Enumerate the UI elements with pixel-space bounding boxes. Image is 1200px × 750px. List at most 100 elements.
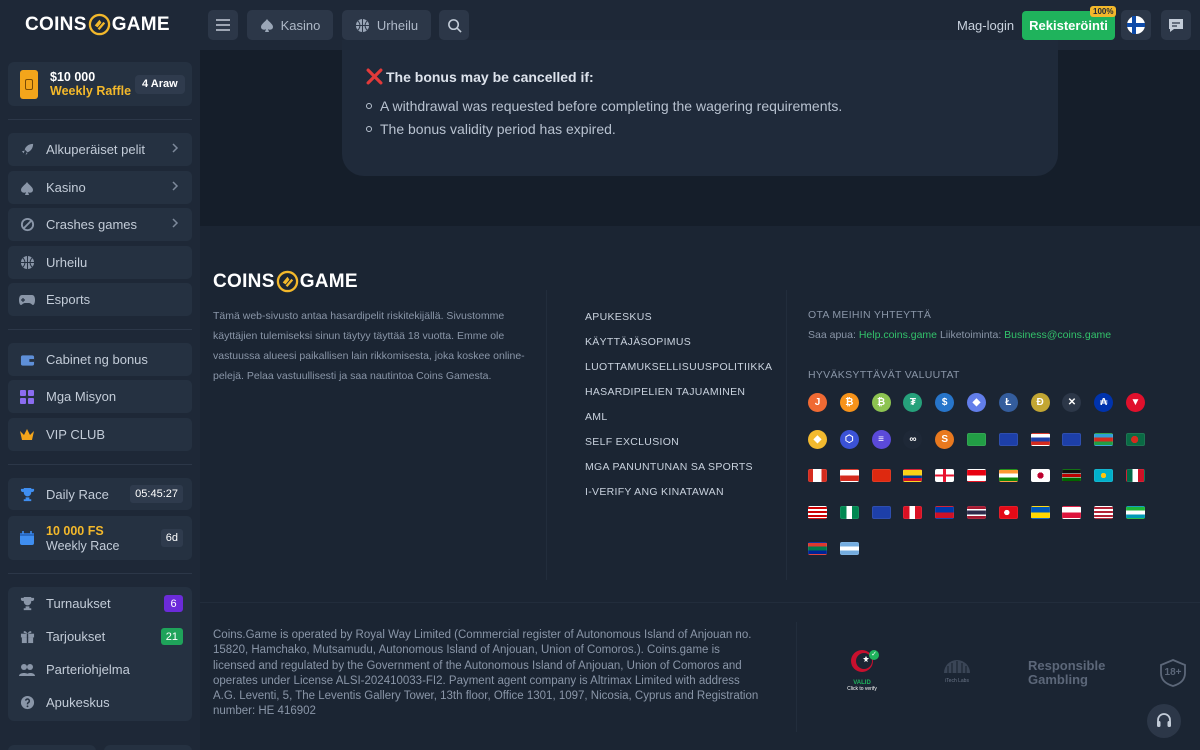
sidebar-item-original-games[interactable]: Alkuperäiset pelit — [8, 133, 192, 166]
tether-icon: ₮ — [903, 393, 923, 412]
bonus-item-text: The bonus validity period has expired. — [380, 121, 616, 137]
divider — [8, 464, 192, 465]
bullet-icon — [366, 103, 372, 109]
trophy-icon — [19, 596, 35, 612]
check-icon: ✓ — [869, 650, 879, 660]
footer-link-sports-rules[interactable]: MGA PANUNTUNAN SA SPORTS — [585, 461, 753, 473]
footer-link-verify-representative[interactable]: I-VERIFY ANG KINATAWAN — [585, 486, 724, 498]
help-email-link[interactable]: Help.coins.game — [859, 329, 937, 341]
spade-icon — [19, 180, 35, 196]
japan-flag-icon — [1030, 469, 1050, 483]
coins-game-coin-icon: J — [808, 393, 827, 412]
login-button[interactable]: Mag-login — [957, 18, 1014, 33]
sidebar-item-label: Cabinet ng bonus — [46, 352, 148, 367]
responsible-gambling-logo[interactable]: Responsible Gambling — [1028, 659, 1128, 687]
footer-link-user-agreement[interactable]: KÄYTTÄJÄSOPIMUS — [585, 336, 691, 348]
trophy-icon — [19, 486, 35, 502]
sidebar-item-crashes-games[interactable]: Crashes games — [8, 208, 192, 241]
calendar-icon — [19, 530, 35, 546]
sidebar-item-help-center[interactable]: Apukeskus — [8, 686, 192, 719]
sidebar-bottom-button[interactable] — [104, 745, 192, 750]
footer-disclaimer: Tämä web-sivusto antaa hasardipelit risk… — [213, 310, 525, 382]
raffle-card[interactable]: $10 000 Weekly Raffle 4 Araw — [8, 62, 192, 106]
usdc-icon: $ — [935, 393, 955, 412]
peru-flag-icon — [903, 505, 923, 519]
menu-button[interactable] — [208, 10, 238, 40]
chat-button[interactable] — [1161, 10, 1191, 40]
bnb-icon: ◆ — [808, 429, 827, 449]
sidebar-item-esports[interactable]: Esports — [8, 283, 192, 316]
chevron-right-icon — [171, 180, 179, 195]
brand-logo[interactable]: COINS GAME — [25, 13, 170, 36]
turkey-flag-icon — [998, 505, 1018, 519]
sidebar-item-tournaments[interactable]: Turnaukset 6 — [8, 587, 192, 620]
register-bonus-badge: 100% — [1090, 6, 1117, 17]
sidebar-item-weekly-race[interactable]: 10 000 FS Weekly Race 6d — [8, 516, 192, 560]
cronos-icon: ⬡ — [839, 429, 859, 449]
weekly-race-amount: 10 000 FS — [46, 524, 104, 538]
sidebar-item-daily-race[interactable]: Daily Race 05:45:27 — [8, 478, 192, 510]
sidebar-item-kasino[interactable]: Kasino — [8, 171, 192, 204]
search-icon — [447, 18, 462, 33]
sidebar-item-offers[interactable]: Tarjoukset 21 — [8, 620, 192, 653]
seal-click-text: Click to verify — [847, 686, 877, 692]
indonesia-flag-icon — [967, 469, 986, 483]
business-label: Liiketoiminta: — [939, 329, 1002, 341]
sidebar-item-missions[interactable]: Mga Misyon — [8, 380, 192, 413]
footer-brand-logo[interactable]: COINS GAME — [213, 270, 358, 293]
nigeria-flag-icon — [839, 505, 859, 519]
search-button[interactable] — [439, 10, 469, 40]
license-seal[interactable]: ✓ VALID Click to verify — [840, 648, 884, 698]
chevron-right-icon — [171, 142, 179, 157]
bonus-item: A withdrawal was requested before comple… — [366, 98, 842, 114]
nav-urheilu-label: Urheilu — [376, 17, 419, 33]
bangladesh-flag-icon — [1126, 432, 1145, 446]
basketball-icon — [355, 18, 369, 32]
usa-flag-icon — [1094, 505, 1114, 519]
divider — [8, 329, 192, 330]
sidebar-bottom-button[interactable] — [8, 745, 96, 750]
age-label: 18+ — [1164, 667, 1182, 678]
itech-labs-icon — [944, 660, 970, 673]
bullet-icon — [366, 126, 372, 132]
spade-icon — [260, 19, 273, 32]
footer-link-help-center[interactable]: APUKESKUS — [585, 311, 652, 323]
footer-link-responsible-gaming[interactable]: HASARDIPELIEN TAJUAMINEN — [585, 386, 745, 398]
poland-flag-icon — [1062, 505, 1082, 519]
south-africa-flag-icon — [808, 542, 827, 556]
sidebar-item-partner-program[interactable]: Parteriohjelma — [8, 653, 192, 686]
tournaments-count-badge: 6 — [164, 595, 183, 612]
footer-link-aml[interactable]: AML — [585, 411, 608, 423]
language-button[interactable] — [1121, 10, 1151, 40]
sidebar-item-bonus-cabinet[interactable]: Cabinet ng bonus — [8, 343, 192, 376]
business-email-link[interactable]: Business@coins.game — [1004, 329, 1111, 341]
sidebar-item-urheilu[interactable]: Urheilu — [8, 246, 192, 279]
cardano-icon: ₳ — [1094, 393, 1114, 412]
footer-link-self-exclusion[interactable]: SELF EXCLUSION — [585, 436, 679, 448]
rocket-icon — [19, 142, 35, 158]
sidebar-item-vip-club[interactable]: VIP CLUB — [8, 418, 192, 451]
divider — [8, 573, 192, 574]
divider — [546, 290, 547, 580]
age-restriction-badge: 18+ — [1159, 659, 1187, 687]
bonus-cancel-heading: The bonus may be cancelled if: — [366, 68, 594, 85]
uzbekistan-flag-icon — [1126, 505, 1145, 519]
sidebar-item-label: Mga Misyon — [46, 389, 117, 404]
help-icon — [19, 695, 35, 711]
nav-kasino[interactable]: Kasino — [247, 10, 333, 40]
footer-link-privacy-policy[interactable]: LUOTTAMUKSELLISUUSPOLITIIKKA — [585, 361, 772, 373]
bonus-item: The bonus validity period has expired. — [366, 121, 616, 137]
ethereum-icon: ◆ — [967, 393, 986, 412]
russia-flag-icon — [1030, 432, 1050, 446]
currency-grid: J ₿ ₿ ₮ $ ◆ Ł Ð ✕ ₳ ▼ ◆ ⬡ ≡ ∞ S — [808, 393, 1148, 563]
itech-labs-text: iTech Labs — [945, 678, 969, 684]
sidebar-item-label: VIP CLUB — [46, 427, 106, 442]
nav-urheilu[interactable]: Urheilu — [342, 10, 431, 40]
help-label: Saa apua: — [808, 329, 856, 341]
divider — [786, 290, 787, 580]
sidebar-item-label: Crashes games — [46, 217, 138, 232]
support-chat-button[interactable] — [1147, 704, 1181, 738]
gift-icon — [19, 629, 35, 645]
brand-text-left: COINS — [213, 270, 275, 292]
itech-labs-logo[interactable]: iTech Labs — [941, 657, 973, 684]
